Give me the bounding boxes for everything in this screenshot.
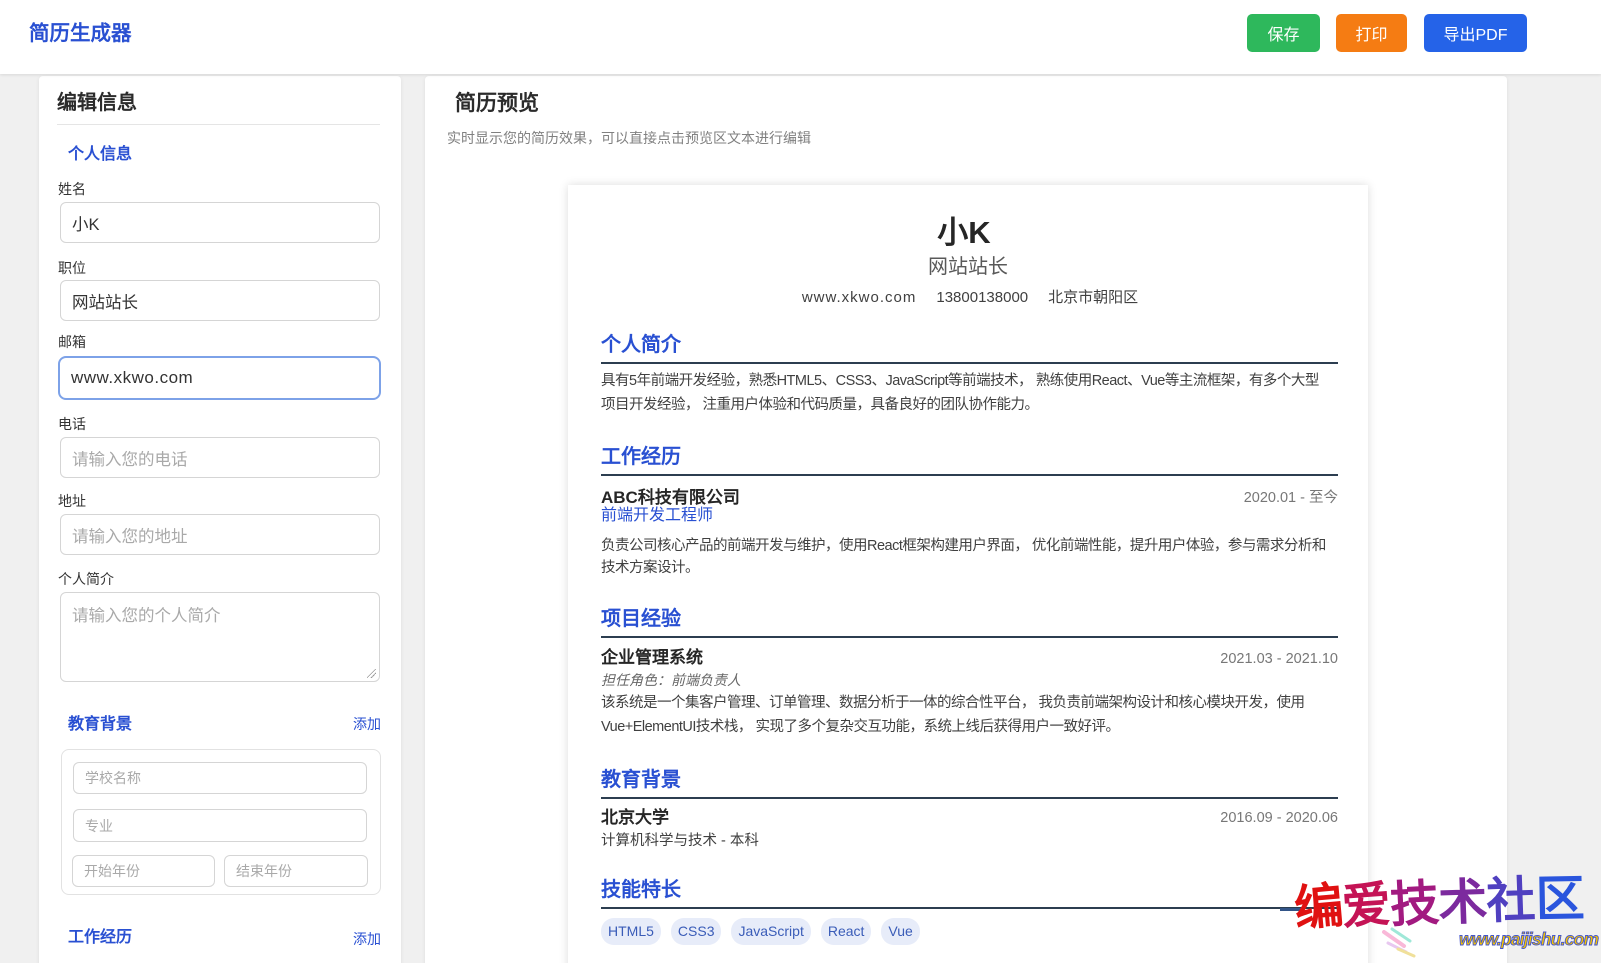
svg-text:区: 区 <box>1535 872 1585 927</box>
